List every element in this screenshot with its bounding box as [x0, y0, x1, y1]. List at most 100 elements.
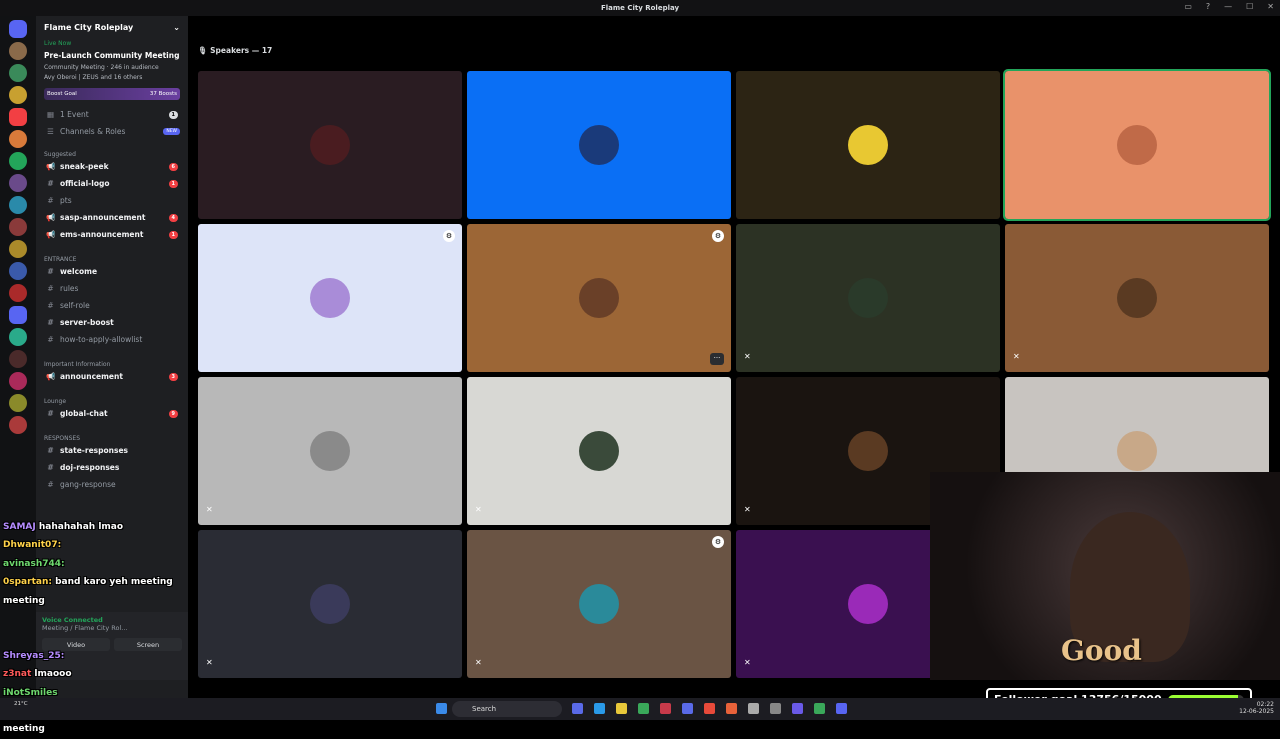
channel-pts[interactable]: # pts: [36, 192, 188, 209]
hash-icon: #: [47, 446, 54, 455]
channel-ems-announcement[interactable]: 📢 ems-announcement 1: [36, 226, 188, 243]
server-icon[interactable]: [9, 64, 27, 82]
help-icon[interactable]: ?: [1206, 2, 1210, 11]
discord-icon[interactable]: [836, 703, 847, 714]
minimize-button[interactable]: —: [1224, 2, 1232, 11]
server-icon[interactable]: [9, 394, 27, 412]
speaker-tile[interactable]: [467, 71, 731, 219]
server-icon[interactable]: [9, 416, 27, 434]
category-responses[interactable]: RESPONSES: [36, 422, 188, 442]
edge-icon[interactable]: [594, 703, 605, 714]
speaker-tile[interactable]: ✕: [198, 377, 462, 525]
server-header[interactable]: Flame City Roleplay ⌄: [36, 16, 188, 38]
chat-username: Shreyas_25:: [3, 650, 65, 661]
app-icon[interactable]: [770, 703, 781, 714]
app-icon[interactable]: [704, 703, 715, 714]
speaker-tile[interactable]: ⚙: [198, 224, 462, 372]
app-icon[interactable]: [748, 703, 759, 714]
dm-home-icon[interactable]: [9, 20, 27, 38]
server-icon[interactable]: [9, 130, 27, 148]
channel-state-responses[interactable]: # state-responses: [36, 442, 188, 459]
server-icon[interactable]: [9, 350, 27, 368]
server-icon[interactable]: [9, 86, 27, 104]
moderator-icon: ⚙: [443, 230, 455, 242]
boost-count: 37 Boosts: [149, 91, 177, 97]
mention-count: 1: [168, 230, 178, 239]
mention-count: 4: [168, 213, 178, 222]
channels-roles-row[interactable]: ☰ Channels & Roles NEW: [36, 123, 188, 140]
category-label: Important Information: [44, 361, 111, 368]
server-icon[interactable]: [9, 152, 27, 170]
channel-doj-responses[interactable]: # doj-responses: [36, 459, 188, 476]
brave-icon[interactable]: [726, 703, 737, 714]
category-lounge[interactable]: Lounge: [36, 385, 188, 405]
channel-label: rules: [60, 284, 79, 293]
channel-sneak-peek[interactable]: 📢 sneak-peek 6: [36, 158, 188, 175]
live-event-card[interactable]: Live Now Pre-Launch Community Meeting Co…: [36, 38, 188, 85]
app-icon[interactable]: [682, 703, 693, 714]
hash-icon: #: [47, 196, 54, 205]
chrome-icon[interactable]: [638, 703, 649, 714]
server-icon[interactable]: [9, 306, 27, 324]
speaker-tile[interactable]: ✕: [1005, 224, 1269, 372]
avatar: [310, 125, 350, 165]
speaker-tile[interactable]: ✕: [736, 224, 1000, 372]
channel-server-boost[interactable]: # server-boost: [36, 314, 188, 331]
channel-how-to-apply-allowlist[interactable]: # how-to-apply-allowlist: [36, 331, 188, 348]
hash-icon: #: [47, 318, 54, 327]
folder-icon[interactable]: [616, 703, 627, 714]
maximize-button[interactable]: ☐: [1246, 2, 1253, 11]
server-icon[interactable]: [9, 328, 27, 346]
speaker-tile[interactable]: ⚙ ···: [467, 224, 731, 372]
server-icon[interactable]: [9, 174, 27, 192]
category-label: Suggested: [44, 151, 76, 158]
server-icon[interactable]: [9, 108, 27, 126]
weather-widget[interactable]: 21°C: [14, 701, 28, 707]
server-icon[interactable]: [9, 240, 27, 258]
server-icon[interactable]: [9, 262, 27, 280]
category-important[interactable]: Important Information: [36, 348, 188, 368]
speaker-tile[interactable]: ✕: [467, 377, 731, 525]
server-icon[interactable]: [9, 284, 27, 302]
speaker-tile[interactable]: ✕: [198, 530, 462, 678]
moderator-icon: ⚙: [712, 536, 724, 548]
hash-icon: #: [47, 301, 54, 310]
channel-label: global-chat: [60, 409, 108, 418]
channel-welcome[interactable]: # welcome: [36, 263, 188, 280]
channel-global-chat[interactable]: # global-chat 9: [36, 405, 188, 422]
channel-gang-response[interactable]: # gang-response: [36, 476, 188, 493]
server-icon[interactable]: [9, 372, 27, 390]
app-icon[interactable]: [660, 703, 671, 714]
windows-start-icon[interactable]: [436, 703, 447, 714]
taskbar-clock[interactable]: 02:22 12-06-2025: [1239, 701, 1274, 715]
chat-text: hahahahah lmao: [35, 522, 124, 532]
app-icon[interactable]: [792, 703, 803, 714]
channels-roles-label: Channels & Roles: [60, 127, 126, 136]
boost-goal-bar[interactable]: Boost Goal 37 Boosts: [44, 88, 180, 100]
taskbar-search[interactable]: Search: [452, 701, 562, 717]
channel-sasp-announcement[interactable]: 📢 sasp-announcement 4: [36, 209, 188, 226]
app-icon[interactable]: [572, 703, 583, 714]
server-icon[interactable]: [9, 196, 27, 214]
inbox-icon[interactable]: ▭: [1184, 2, 1192, 11]
event-people: Avy Oberoi | ZEUS and 16 others: [44, 74, 143, 81]
category-suggested[interactable]: Suggested: [36, 140, 188, 158]
speaker-tile[interactable]: [198, 71, 462, 219]
avatar: [1117, 278, 1157, 318]
chrome-icon[interactable]: [814, 703, 825, 714]
category-entrance[interactable]: ENTRANCE: [36, 243, 188, 263]
server-icon[interactable]: [9, 42, 27, 60]
channel-rules[interactable]: # rules: [36, 280, 188, 297]
channel-official-logo[interactable]: # official-logo 1: [36, 175, 188, 192]
speaker-tile[interactable]: [1003, 69, 1271, 221]
server-icon[interactable]: [9, 218, 27, 236]
category-label: RESPONSES: [44, 435, 81, 442]
channel-announcement[interactable]: 📢 announcement 3: [36, 368, 188, 385]
avatar: [310, 278, 350, 318]
speaker-tile[interactable]: ⚙ ✕: [467, 530, 731, 678]
more-options-button[interactable]: ···: [710, 353, 724, 365]
channel-self-role[interactable]: # self-role: [36, 297, 188, 314]
speaker-tile[interactable]: [736, 71, 1000, 219]
events-row[interactable]: ▦ 1 Event 1: [36, 106, 188, 123]
close-button[interactable]: ✕: [1267, 2, 1274, 11]
